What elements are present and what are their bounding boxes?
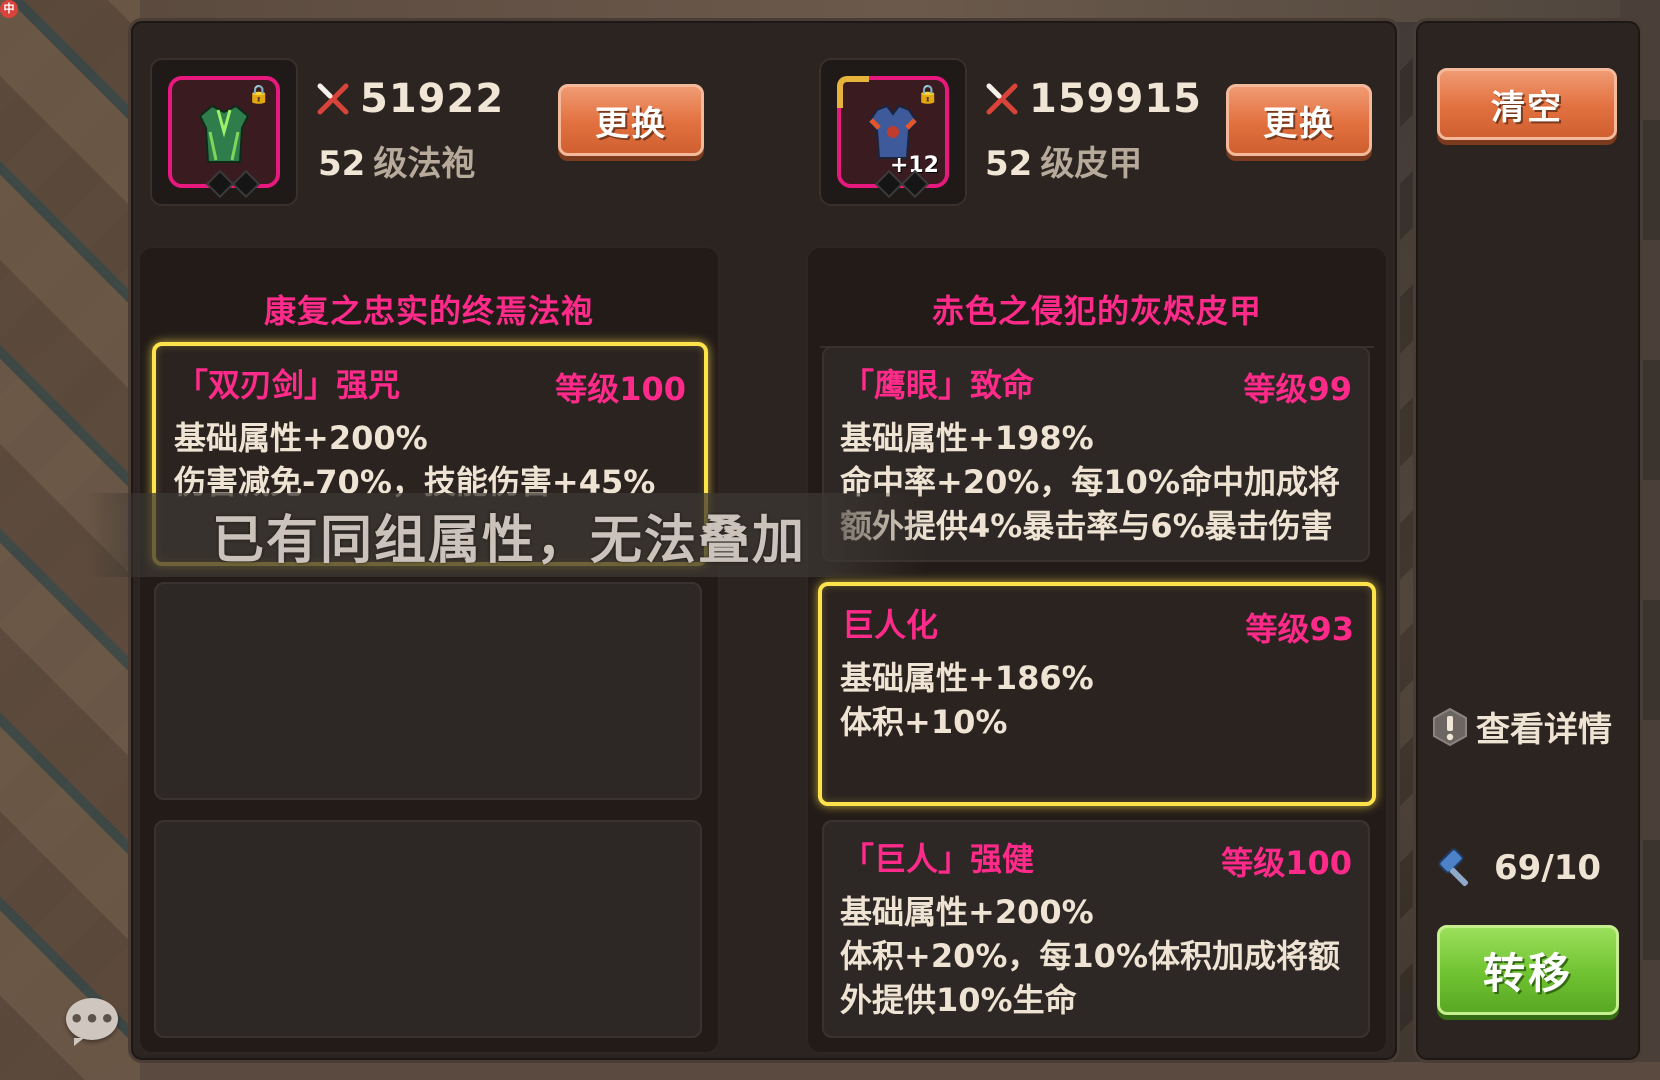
- crossed-swords-icon: [986, 83, 1018, 115]
- affix-level: 等级100: [1221, 844, 1352, 882]
- affix-level: 等级100: [555, 370, 686, 408]
- socket-row: [874, 169, 930, 199]
- left-item-level: 52: [318, 144, 366, 184]
- affix-line: 外提供10%生命: [840, 981, 1077, 1019]
- chat-icon[interactable]: •••: [66, 998, 118, 1046]
- info-hexagon-icon: [1433, 707, 1467, 746]
- affix-slot[interactable]: 巨人化 等级93 基础属性+186% 体积+10%: [818, 582, 1376, 806]
- right-item-title: 赤色之侵犯的灰烬皮甲: [931, 292, 1262, 330]
- left-item-frame: 🔒: [168, 76, 280, 199]
- affix-line: 基础属性+200%: [840, 893, 1094, 931]
- socket-icon: [205, 169, 235, 199]
- affix-level: 等级99: [1243, 370, 1352, 408]
- map-background-bottom: [140, 1062, 1660, 1080]
- left-item-power: 51922: [316, 76, 504, 122]
- socket-icon: [874, 169, 904, 199]
- empty-affix-slot[interactable]: [154, 820, 702, 1038]
- view-details-link[interactable]: 查看详情: [1432, 702, 1612, 751]
- right-item-power: 159915: [985, 76, 1202, 122]
- right-item-level: 52: [985, 144, 1033, 184]
- right-item-kind: 级皮甲: [1040, 144, 1143, 184]
- affix-description: 基础属性+200% 体积+20%，每10%体积加成将额 外提供10%生命: [840, 890, 1352, 1022]
- clear-button[interactable]: 清空: [1437, 68, 1617, 140]
- robe-icon: [198, 104, 250, 163]
- left-replace-button[interactable]: 更换: [558, 84, 704, 156]
- affix-slot[interactable]: 「巨人」强健 等级100 基础属性+200% 体积+20%，每10%体积加成将额…: [822, 820, 1370, 1038]
- left-power-value: 51922: [360, 76, 505, 122]
- right-item-frame: 🔒 +12: [837, 76, 949, 199]
- hammer-counter: 69/10: [1436, 846, 1601, 890]
- left-affix-card: 康复之忠实的终焉法袍 「双刃剑」强咒 等级100 基础属性+200% 伤害减免-…: [138, 246, 720, 1054]
- affix-description: 基础属性+186% 体积+10%: [840, 656, 1354, 744]
- crossed-swords-icon: [317, 83, 349, 115]
- affix-name: 「巨人」强健: [842, 840, 1035, 878]
- side-panel: [1413, 18, 1643, 1063]
- affix-name: 巨人化: [842, 606, 939, 644]
- affix-line: 基础属性+198%: [840, 419, 1094, 457]
- hammer-count: 69/10: [1494, 848, 1602, 888]
- affix-name: 「鹰眼」致命: [842, 366, 1035, 404]
- left-item-slot[interactable]: 🔒: [150, 58, 298, 206]
- affix-name: 「双刃剑」强咒: [176, 366, 401, 404]
- right-affix-card: 赤色之侵犯的灰烬皮甲 「鹰眼」致命 等级99 基础属性+198% 命中率+20%…: [806, 246, 1388, 1054]
- socket-icon: [900, 169, 930, 199]
- left-item-name: 52 级法袍: [318, 136, 475, 185]
- lock-icon: 🔒: [247, 84, 270, 105]
- socket-icon: [231, 169, 261, 199]
- hammer-icon: [1438, 848, 1469, 887]
- affix-description: 基础属性+200% 伤害减免-70%，技能伤害+45%: [174, 416, 686, 504]
- view-details-label: 查看详情: [1476, 710, 1612, 750]
- affix-line: 基础属性+200%: [174, 419, 428, 457]
- left-item-kind: 级法袍: [373, 144, 476, 184]
- affix-level: 等级93: [1245, 610, 1354, 648]
- right-replace-button[interactable]: 更换: [1226, 84, 1372, 156]
- affix-line: 体积+10%: [840, 703, 1008, 741]
- lock-icon: 🔒: [916, 84, 939, 105]
- toast-text: 已有同组属性，无法叠加: [212, 510, 807, 571]
- socket-row: [205, 169, 261, 199]
- right-item-slot[interactable]: 🔒 +12: [819, 58, 967, 206]
- transfer-button[interactable]: 转移: [1437, 925, 1619, 1015]
- left-item-title: 康复之忠实的终焉法袍: [263, 292, 594, 330]
- affix-line: 基础属性+186%: [840, 659, 1094, 697]
- toast-message: 已有同组属性，无法叠加: [84, 493, 928, 577]
- affix-line: 体积+20%，每10%体积加成将额: [840, 937, 1341, 975]
- notification-badge[interactable]: 中: [0, 0, 18, 18]
- right-item-name: 52 级皮甲: [985, 136, 1142, 185]
- right-power-value: 159915: [1029, 76, 1202, 122]
- empty-affix-slot[interactable]: [154, 582, 702, 800]
